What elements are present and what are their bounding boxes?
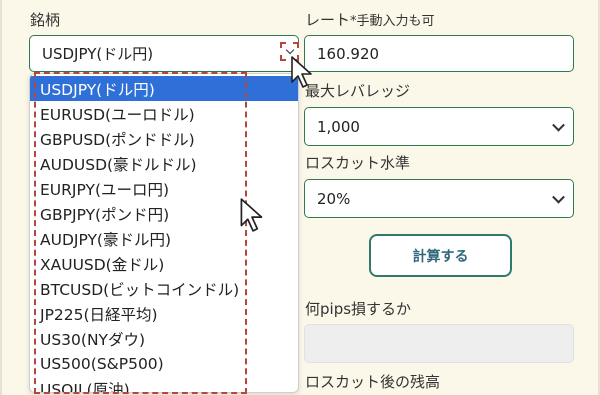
rate-label: レート*手動入力も可 [305, 11, 435, 29]
leverage-label: 最大レバレッジ [305, 82, 411, 100]
dropdown-option[interactable]: XAUUSD(金ドル) [30, 251, 298, 276]
remaining-label: ロスカット後の残高 [305, 373, 441, 391]
dropdown-option[interactable]: GBPUSD(ポンドドル) [30, 126, 298, 151]
losscut-select[interactable]: 20% [304, 179, 574, 218]
chevron-down-icon [552, 118, 565, 132]
dropdown-option[interactable]: JP225(日経平均) [30, 301, 298, 326]
pips-label: 何pips損するか [305, 300, 412, 318]
dropdown-option[interactable]: AUDUSD(豪ドルドル) [30, 151, 298, 176]
losscut-select-value: 20% [317, 189, 351, 208]
mouse-pointer-icon [291, 56, 312, 88]
dropdown-option[interactable]: US500(S&P500) [30, 351, 298, 376]
pips-output [304, 324, 574, 363]
mouse-pointer-icon [240, 198, 263, 232]
dropdown-option[interactable]: USOIL(原油) [30, 376, 298, 393]
chevron-down-icon [552, 190, 565, 204]
dropdown-option[interactable]: BTCUSD(ビットコインドル) [30, 276, 298, 301]
rate-input-value: 160.920 [317, 44, 380, 63]
dropdown-option[interactable]: EURUSD(ユーロドル) [30, 101, 298, 126]
calculate-button[interactable]: 計算する [369, 234, 512, 277]
losscut-label: ロスカット水準 [305, 154, 411, 172]
leverage-select-value: 1,000 [317, 117, 360, 136]
pair-dropdown-list: USDJPY(ドル円) EURUSD(ユーロドル) GBPUSD(ポンドドル) … [29, 73, 299, 393]
dropdown-option[interactable]: US30(NYダウ) [30, 326, 298, 351]
dropdown-option-selected[interactable]: USDJPY(ドル円) [30, 76, 298, 101]
calculator-form: 銘柄 USDJPY(ドル円) レート*手動入力も可 160.920 最大レバレッ… [0, 0, 600, 395]
pair-label: 銘柄 [30, 11, 61, 29]
rate-input[interactable]: 160.920 [304, 35, 574, 72]
pair-select[interactable]: USDJPY(ドル円) [29, 35, 299, 72]
pair-select-value: USDJPY(ドル円) [42, 45, 154, 63]
leverage-select[interactable]: 1,000 [304, 107, 574, 146]
